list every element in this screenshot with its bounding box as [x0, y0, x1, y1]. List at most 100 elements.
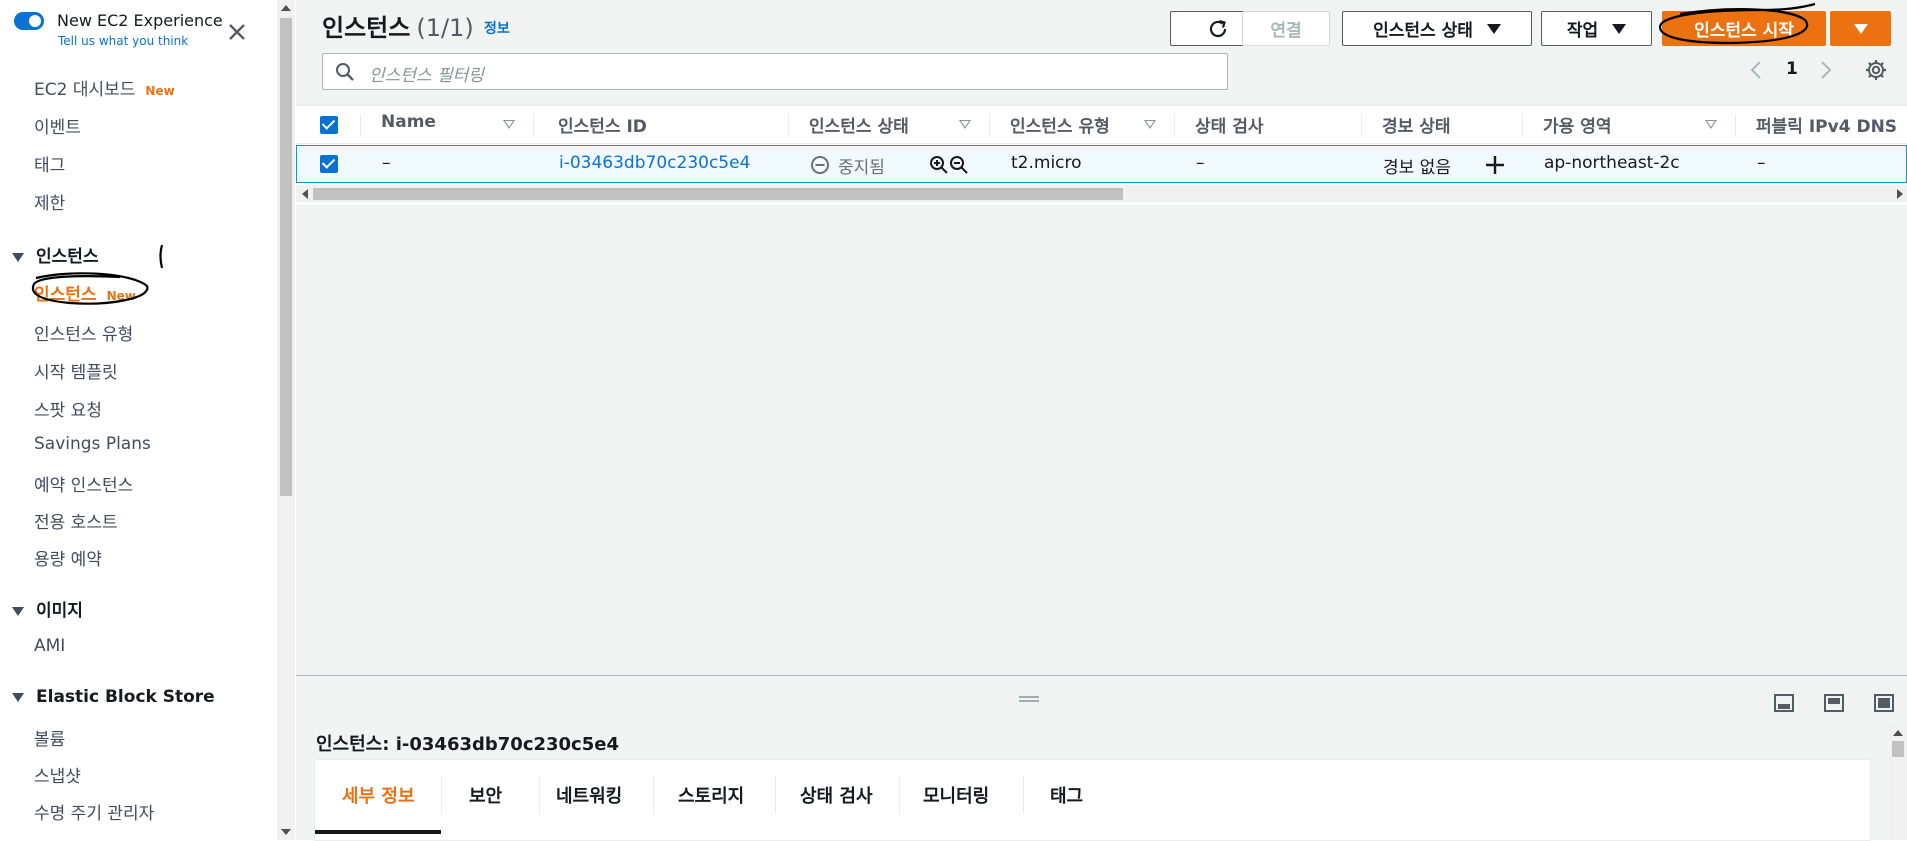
sidebar-item-snapshots[interactable]: 스냅샷 — [34, 762, 81, 787]
sidebar-section-ebs[interactable]: Elastic Block Store — [12, 687, 215, 707]
tab-details[interactable]: 세부 정보 — [342, 782, 415, 808]
page-number[interactable]: 1 — [1786, 59, 1798, 79]
tab-divider — [775, 776, 776, 814]
dropdown-icon — [1853, 23, 1868, 34]
tab-storage[interactable]: 스토리지 — [678, 782, 744, 808]
column-divider — [989, 114, 990, 136]
sidebar-item-launch-templates[interactable]: 시작 템플릿 — [34, 358, 118, 383]
chevron-right-icon[interactable] — [1818, 59, 1834, 81]
column-header-alarm-status[interactable]: 경보 상태 — [1382, 112, 1450, 137]
cell-name: – — [382, 153, 391, 173]
column-divider — [1174, 114, 1175, 136]
new-experience-toggle[interactable] — [14, 12, 44, 30]
sidebar-item-volumes[interactable]: 볼륨 — [34, 725, 65, 750]
instance-count: (1/1) — [416, 14, 474, 42]
stopped-status-icon — [811, 156, 829, 174]
feedback-link[interactable]: Tell us what you think — [58, 34, 188, 48]
column-divider — [1522, 114, 1523, 136]
table-horizontal-scrollbar[interactable] — [296, 185, 1907, 202]
sidebar-item-ami[interactable]: AMI — [34, 636, 65, 656]
tab-tags[interactable]: 태그 — [1050, 782, 1083, 808]
select-all-checkbox[interactable] — [320, 116, 338, 134]
column-header-status-check[interactable]: 상태 검사 — [1195, 112, 1263, 137]
scrollbar-thumb[interactable] — [313, 188, 1123, 200]
cell-instance-state: 중지됨 — [838, 158, 885, 178]
info-link[interactable]: 정보 — [484, 18, 510, 38]
cell-status-check: – — [1196, 153, 1205, 173]
column-header-instance-type[interactable]: 인스턴스 유형 — [1010, 112, 1110, 137]
page-title: 인스턴스 (1/1) — [322, 14, 474, 42]
panel-side-icon[interactable] — [1824, 694, 1844, 712]
sidebar-item-reserved-instances[interactable]: 예약 인스턴스 — [34, 471, 133, 496]
zoom-out-icon[interactable] — [949, 155, 969, 175]
scroll-up-icon[interactable] — [1893, 730, 1903, 736]
cell-instance-id[interactable]: i-03463db70c230c5e4 — [559, 153, 750, 173]
column-header-public-dns[interactable]: 퍼블릭 IPv4 DNS — [1756, 112, 1897, 137]
column-header-availability-zone[interactable]: 가용 영역 — [1543, 112, 1611, 137]
launch-instances-button[interactable]: 인스턴스 시작 — [1662, 11, 1826, 46]
sidebar-item-spot-requests[interactable]: 스팟 요청 — [34, 396, 102, 421]
column-header-instance-id[interactable]: 인스턴스 ID — [558, 112, 647, 137]
new-badge: New — [106, 289, 136, 303]
table-header: Name 인스턴스 ID 인스턴스 상태 인스턴스 유형 상태 검사 경보 상태… — [296, 106, 1907, 144]
sidebar-item-savings-plans[interactable]: Savings Plans — [34, 434, 151, 454]
sort-icon[interactable] — [959, 120, 971, 129]
launch-dropdown-button[interactable] — [1830, 11, 1891, 46]
table-row[interactable]: – i-03463db70c230c5e4 중지됨 t2.micro – 경보 … — [296, 145, 1907, 183]
refresh-icon — [1209, 19, 1227, 37]
sort-icon[interactable] — [1144, 120, 1156, 129]
details-title: 인스턴스: i-03463db70c230c5e4 — [316, 734, 619, 755]
sidebar-scrollbar[interactable] — [277, 0, 295, 840]
add-alarm-icon[interactable] — [1484, 154, 1506, 176]
scroll-down-icon[interactable] — [281, 829, 291, 835]
caret-down-icon — [12, 692, 24, 702]
search-icon — [336, 63, 354, 81]
sidebar-item-lifecycle-manager[interactable]: 수명 주기 관리자 — [34, 799, 154, 824]
drag-handle-icon[interactable] — [1019, 695, 1039, 703]
instances-table: Name 인스턴스 ID 인스턴스 상태 인스턴스 유형 상태 검사 경보 상태… — [296, 105, 1907, 205]
tab-networking[interactable]: 네트워킹 — [556, 782, 622, 808]
column-divider — [1361, 114, 1362, 136]
cell-public-dns: – — [1757, 153, 1766, 173]
gear-icon[interactable] — [1864, 58, 1888, 82]
sidebar-item-dedicated-hosts[interactable]: 전용 호스트 — [34, 508, 118, 533]
new-experience-title: New EC2 Experience — [57, 11, 223, 30]
sort-icon[interactable] — [1705, 120, 1717, 129]
sidebar-section-images[interactable]: 이미지 — [12, 596, 83, 621]
sidebar-item-events[interactable]: 이벤트 — [34, 113, 81, 138]
filter-search-box[interactable]: 인스턴스 필터링 — [322, 53, 1228, 90]
column-header-instance-state[interactable]: 인스턴스 상태 — [809, 112, 909, 137]
actions-button[interactable]: 작업 — [1541, 11, 1652, 46]
tab-status-checks[interactable]: 상태 검사 — [800, 782, 873, 808]
panel-full-icon[interactable] — [1874, 694, 1894, 712]
tab-monitoring[interactable]: 모니터링 — [923, 782, 989, 808]
close-icon[interactable] — [225, 20, 249, 44]
column-divider — [360, 114, 361, 136]
chevron-left-icon[interactable] — [1748, 59, 1764, 81]
scroll-left-icon[interactable] — [302, 189, 308, 199]
sidebar-item-tags[interactable]: 태그 — [34, 151, 65, 176]
panel-bottom-icon[interactable] — [1774, 694, 1794, 712]
sort-icon[interactable] — [503, 120, 515, 129]
sidebar-section-instances[interactable]: 인스턴스 — [12, 242, 99, 267]
row-checkbox[interactable] — [320, 155, 338, 173]
tab-security[interactable]: 보안 — [469, 782, 502, 808]
cell-alarm-status: 경보 없음 — [1383, 158, 1451, 178]
scroll-right-icon[interactable] — [1897, 189, 1903, 199]
instance-state-button[interactable]: 인스턴스 상태 — [1342, 11, 1532, 46]
sidebar-item-capacity-reservations[interactable]: 용량 예약 — [34, 545, 102, 570]
sidebar-item-instance-types[interactable]: 인스턴스 유형 — [34, 320, 133, 345]
connect-button[interactable]: 연결 — [1242, 11, 1330, 46]
scrollbar-thumb[interactable] — [1892, 741, 1904, 757]
sidebar-item-limits[interactable]: 제한 — [34, 189, 65, 214]
scrollbar-thumb[interactable] — [280, 18, 292, 496]
dropdown-icon — [1486, 23, 1501, 34]
sidebar-item-ec2-dashboard[interactable]: EC2 대시보드 New — [34, 75, 175, 100]
tab-divider — [1023, 776, 1024, 814]
sidebar-item-instances[interactable]: 인스턴스 New — [34, 280, 136, 305]
details-scrollbar[interactable] — [1889, 725, 1907, 840]
zoom-in-icon[interactable] — [929, 155, 949, 175]
column-divider — [533, 114, 534, 136]
column-header-name[interactable]: Name — [381, 112, 436, 132]
scroll-up-icon[interactable] — [281, 5, 291, 11]
